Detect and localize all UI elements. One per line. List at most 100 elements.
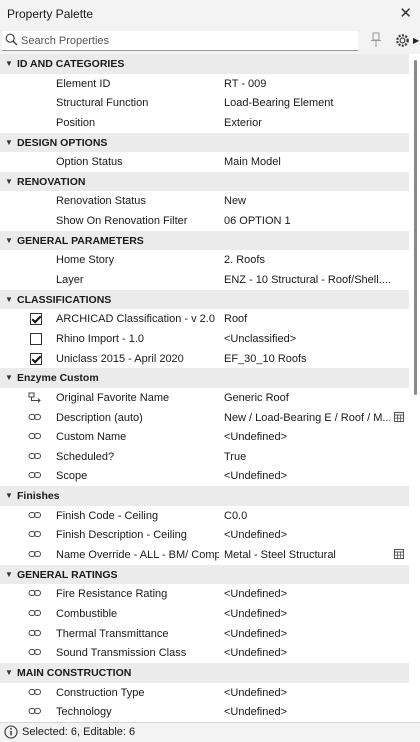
property-row[interactable]: Scope <Undefined> [0, 466, 409, 487]
section-header-finishes[interactable]: ▼ Finishes [0, 486, 409, 506]
property-value[interactable]: C0.0 [224, 510, 390, 522]
property-value[interactable]: 2. Roofs [224, 254, 390, 266]
property-row[interactable]: Original Favorite Name Generic Roof [0, 387, 409, 408]
property-value[interactable]: True [224, 451, 390, 463]
section-title: DESIGN OPTIONS [17, 136, 108, 149]
chevron-down-icon[interactable]: ▼ [5, 138, 13, 147]
property-value[interactable]: <Undefined> [224, 647, 390, 659]
property-row[interactable]: Scheduled? True [0, 446, 409, 467]
property-value[interactable]: <Unclassified> [224, 333, 390, 345]
property-value[interactable]: Roof [224, 313, 390, 325]
link-icon [28, 412, 42, 425]
window-title: Property Palette [7, 7, 94, 21]
chevron-right-icon[interactable]: ▶ [413, 36, 419, 45]
property-row[interactable]: Technology <Undefined> [0, 702, 409, 722]
property-row[interactable]: Uniclass 2015 - April 2020 EF_30_10 Roofs [0, 348, 409, 369]
property-label: Uniclass 2015 - April 2020 [56, 352, 184, 365]
property-row[interactable]: Fire Resistance Rating <Undefined> [0, 584, 409, 604]
property-label: Finish Code - Ceiling [56, 509, 159, 522]
chevron-down-icon[interactable]: ▼ [5, 668, 13, 677]
property-row[interactable]: Option Status Main Model [0, 152, 409, 172]
property-value[interactable]: Main Model [224, 156, 390, 168]
search-input[interactable] [21, 32, 351, 49]
classification-checkbox[interactable] [30, 332, 42, 345]
property-value[interactable]: <Undefined> [224, 628, 390, 640]
property-label: Element ID [56, 77, 111, 90]
property-value[interactable]: <Undefined> [224, 431, 390, 443]
chevron-down-icon[interactable]: ▼ [5, 491, 13, 500]
property-list: ▼ ID AND CATEGORIES Element ID RT - 009 Stru… [0, 54, 409, 722]
property-label: Finish Description - Ceiling [56, 529, 187, 542]
scrollbar-thumb[interactable] [414, 60, 417, 395]
link-icon [28, 608, 42, 621]
pin-icon[interactable] [369, 32, 383, 51]
expression-calculator-icon[interactable] [394, 549, 404, 562]
property-row[interactable]: ARCHICAD Classification - v 2.0 Roof [0, 309, 409, 329]
property-value[interactable]: Exterior [224, 117, 390, 129]
property-row[interactable]: Position Exterior [0, 112, 409, 133]
settings-gear-icon[interactable] [394, 32, 411, 52]
property-value[interactable]: <Undefined> [224, 529, 390, 541]
close-icon[interactable]: ✕ [399, 4, 412, 22]
property-value[interactable]: <Undefined> [224, 687, 390, 699]
property-label: Scheduled? [56, 450, 115, 463]
chevron-down-icon[interactable]: ▼ [5, 570, 13, 579]
property-row[interactable]: Custom Name <Undefined> [0, 427, 409, 447]
property-label: Show On Renovation Filter [56, 215, 188, 228]
section-header-main-construction[interactable]: ▼ MAIN CONSTRUCTION [0, 662, 409, 683]
property-row[interactable]: Finish Description - Ceiling <Undefined> [0, 525, 409, 546]
property-row[interactable]: Home Story 2. Roofs [0, 250, 409, 271]
property-value[interactable]: 06 OPTION 1 [224, 215, 390, 227]
section-header-enzyme-custom[interactable]: ▼ Enzyme Custom [0, 368, 409, 388]
property-label: Original Favorite Name [56, 391, 170, 404]
property-label: Sound Transmission Class [56, 647, 187, 660]
property-row[interactable]: Renovation Status New [0, 191, 409, 212]
property-row[interactable]: Element ID RT - 009 [0, 73, 409, 94]
classification-checkbox[interactable] [30, 313, 42, 326]
property-label: Structural Function [56, 97, 149, 110]
property-value[interactable]: <Undefined> [224, 588, 390, 600]
property-value[interactable]: Generic Roof [224, 392, 390, 404]
property-value[interactable]: RT - 009 [224, 78, 390, 90]
link-icon [28, 628, 42, 641]
property-value[interactable]: New / Load-Bearing E / Roof / M... [224, 412, 390, 424]
property-row[interactable]: Description (auto) New / Load-Bearing E /… [0, 407, 409, 428]
property-value[interactable]: ENZ - 10 Structural - Roof/Shell.... [224, 274, 390, 286]
section-header-classifications[interactable]: ▼ CLASSIFICATIONS [0, 289, 409, 310]
classification-checkbox[interactable] [30, 352, 42, 365]
property-value[interactable]: Metal - Steel Structural [224, 549, 390, 561]
property-row[interactable]: Structural Function Load-Bearing Element [0, 93, 409, 113]
property-row[interactable]: Show On Renovation Filter 06 OPTION 1 [0, 211, 409, 231]
property-label: Renovation Status [56, 195, 146, 208]
property-row[interactable]: Construction Type <Undefined> [0, 682, 409, 703]
property-row[interactable]: Name Override - ALL - BM/ Comp... Metal -… [0, 545, 409, 565]
property-row[interactable]: Combustible <Undefined> [0, 603, 409, 624]
section-header-renovation[interactable]: ▼ RENOVATION [0, 171, 409, 192]
search-icon [5, 33, 18, 49]
section-header-id-and-categories[interactable]: ▼ ID AND CATEGORIES [0, 54, 409, 74]
property-label: Technology [56, 706, 112, 719]
chevron-down-icon[interactable]: ▼ [5, 236, 13, 245]
property-row[interactable]: Layer ENZ - 10 Structural - Roof/Shell...… [0, 270, 409, 290]
chevron-down-icon[interactable]: ▼ [5, 373, 13, 382]
property-row[interactable]: Sound Transmission Class <Undefined> [0, 643, 409, 663]
chevron-down-icon[interactable]: ▼ [5, 59, 13, 68]
status-bar: Selected: 6, Editable: 6 [0, 722, 420, 742]
chevron-down-icon[interactable]: ▼ [5, 295, 13, 304]
section-header-design-options[interactable]: ▼ DESIGN OPTIONS [0, 132, 409, 153]
property-row[interactable]: Rhino Import - 1.0 <Unclassified> [0, 328, 409, 349]
property-value[interactable]: <Undefined> [224, 706, 390, 718]
property-value[interactable]: <Undefined> [224, 608, 390, 620]
property-value[interactable]: Load-Bearing Element [224, 97, 390, 109]
section-title: MAIN CONSTRUCTION [17, 666, 132, 679]
property-value[interactable]: <Undefined> [224, 470, 390, 482]
section-header-general-ratings[interactable]: ▼ GENERAL RATINGS [0, 564, 409, 585]
chevron-down-icon[interactable]: ▼ [5, 177, 13, 186]
section-header-general-parameters[interactable]: ▼ GENERAL PARAMETERS [0, 230, 409, 251]
search-bar [0, 28, 420, 54]
property-row[interactable]: Finish Code - Ceiling C0.0 [0, 505, 409, 526]
expression-calculator-icon[interactable] [394, 411, 404, 425]
property-row[interactable]: Thermal Transmittance <Undefined> [0, 623, 409, 644]
property-value[interactable]: EF_30_10 Roofs [224, 353, 390, 365]
property-value[interactable]: New [224, 195, 390, 207]
